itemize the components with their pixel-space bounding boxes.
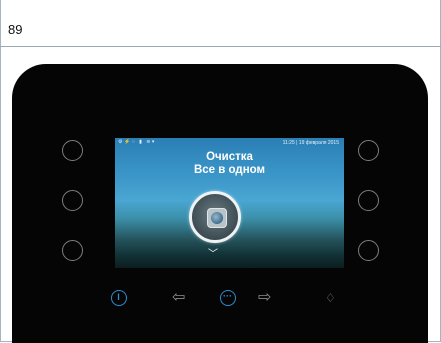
right-button-3[interactable] — [358, 240, 379, 261]
arrow-left-icon[interactable]: ⇦ — [172, 290, 185, 306]
water-drop-icon[interactable]: ♢ — [325, 291, 336, 305]
left-button-2[interactable] — [62, 190, 83, 211]
program-subtitle: Все в одном — [193, 164, 266, 176]
header-divider — [0, 46, 441, 47]
left-button-1[interactable] — [62, 140, 83, 161]
dots-indicator — [212, 200, 226, 213]
display-screen: ⚙⚡◌ ▮ ≋▾ 11:25 | 19 февраля 2015 Очистка… — [115, 138, 344, 268]
menu-button[interactable]: ··· — [220, 290, 236, 306]
page-number: 89 — [8, 22, 23, 37]
cleaning-program-icon — [207, 208, 227, 228]
power-button[interactable]: I — [111, 290, 127, 306]
arrow-right-icon[interactable]: ⇨ — [258, 290, 271, 306]
power-icon: I — [117, 292, 120, 302]
status-bar: ⚙⚡◌ ▮ ≋▾ 11:25 | 19 февраля 2015 — [115, 138, 344, 147]
more-dots-icon: ··· — [223, 291, 232, 301]
status-icons: ⚙⚡◌ ▮ ≋▾ — [118, 139, 156, 145]
chevron-down-icon[interactable]: ﹀ — [208, 250, 218, 260]
left-button-3[interactable] — [62, 240, 83, 261]
program-selector-dial[interactable] — [189, 191, 241, 243]
right-button-1[interactable] — [358, 140, 379, 161]
right-button-2[interactable] — [358, 190, 379, 211]
program-title: Очистка — [206, 151, 253, 163]
clock-date: 11:25 | 19 февраля 2015 — [282, 140, 339, 146]
